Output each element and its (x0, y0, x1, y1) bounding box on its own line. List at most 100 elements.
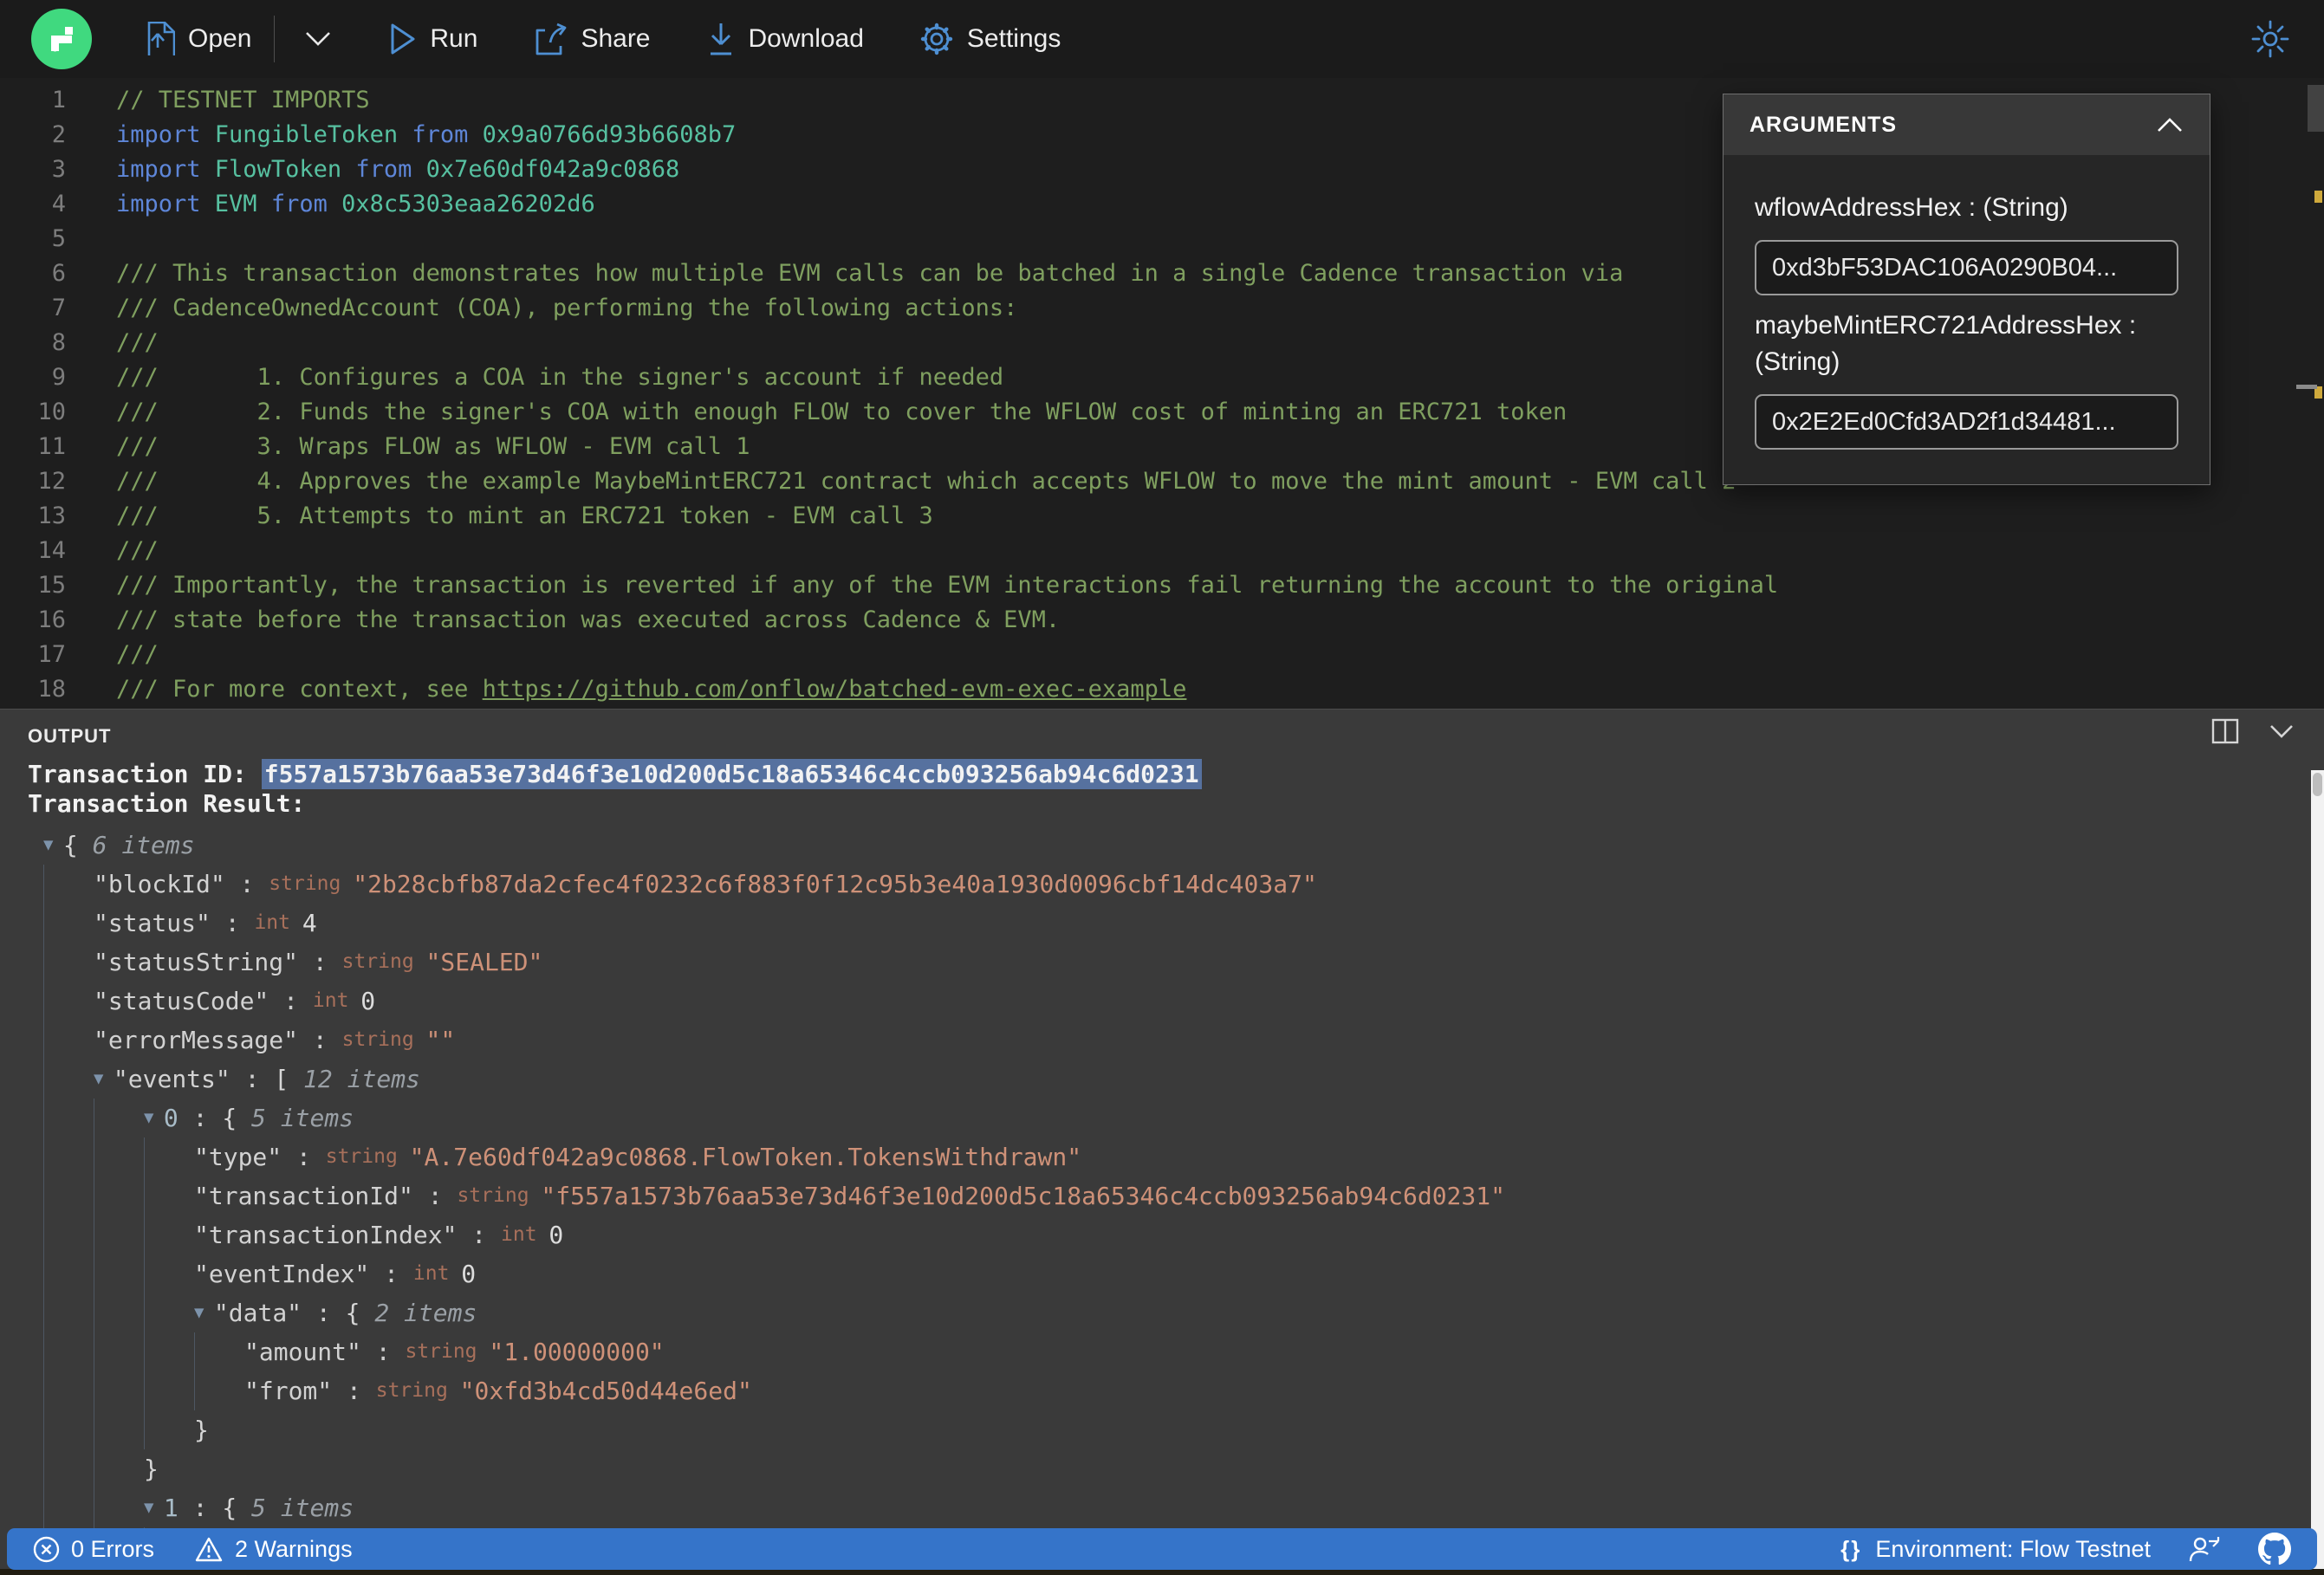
output-title: OUTPUT (28, 725, 112, 747)
line-number: 4 (51, 191, 66, 217)
line-number: 14 (37, 537, 66, 564)
share-icon (536, 23, 567, 55)
line-number: 9 (51, 364, 66, 391)
collapse-output-chevron-icon[interactable] (2269, 723, 2295, 739)
code-line[interactable]: 13/// 5. Attempts to mint an ERC721 toke… (0, 499, 2324, 534)
open-dropdown-button[interactable] (297, 25, 339, 53)
run-button[interactable]: Run (389, 23, 477, 55)
status-bar: 0 Errors 2 Warnings {} Environment: Flow… (7, 1528, 2317, 1570)
error-circle-icon (33, 1536, 60, 1562)
line-number: 18 (37, 676, 66, 703)
tree-row-from: "from" : string "0xfd3b4cd50d44e6ed" (0, 1371, 2324, 1410)
download-button[interactable]: Download (706, 22, 864, 56)
code-line[interactable]: 17/// (0, 638, 2324, 672)
tree-row-transactionindex: "transactionIndex" : int 0 (0, 1215, 2324, 1254)
tree-row-close-data: } (0, 1410, 2324, 1449)
tree-row-transactionid: "transactionId" : string "f557a1573b76aa… (0, 1176, 2324, 1215)
warnings-count: 2 Warnings (235, 1535, 353, 1562)
output-scrollbar-track[interactable] (2311, 770, 2324, 1575)
line-number: 16 (37, 606, 66, 633)
open-button[interactable]: Open (146, 22, 251, 56)
status-bar-right: {} Environment: Flow Testnet (1840, 1533, 2291, 1565)
arguments-header[interactable]: ARGUMENTS (1724, 94, 2210, 155)
output-header: OUTPUT (0, 710, 2324, 755)
code-line[interactable]: 14/// (0, 534, 2324, 568)
settings-gear-icon (920, 23, 953, 55)
tree-row-event-1[interactable]: ▼ 1 : { 5 items (0, 1488, 2324, 1527)
split-view-icon[interactable] (2211, 718, 2239, 744)
line-number: 1 (51, 87, 66, 113)
settings-button[interactable]: Settings (919, 22, 1061, 56)
feedback-user-icon[interactable] (2187, 1534, 2222, 1564)
line-number: 11 (37, 433, 66, 460)
theme-toggle-button[interactable] (2251, 20, 2289, 58)
tree-row-errormessage: "errorMessage" : string "" (0, 1021, 2324, 1060)
tree-row-status: "status" : int 4 (0, 904, 2324, 943)
line-number: 2 (51, 121, 66, 148)
chevron-down-icon (306, 32, 331, 46)
tree-row-events[interactable]: ▼ "events" : [ 12 items (0, 1060, 2324, 1099)
line-number: 8 (51, 329, 66, 356)
line-number: 5 (51, 225, 66, 252)
code-line[interactable]: 18/// For more context, see https://gith… (0, 672, 2324, 707)
open-label: Open (188, 24, 252, 53)
github-icon[interactable] (2258, 1533, 2291, 1565)
overview-ruler-cursor (2296, 385, 2317, 389)
output-scrollbar-thumb[interactable] (2313, 773, 2322, 796)
line-number: 3 (51, 156, 66, 183)
download-icon (710, 23, 731, 55)
tree-row-eventindex: "eventIndex" : int 0 (0, 1254, 2324, 1293)
toolbar: Open Run Share Download Settings (0, 0, 2324, 78)
errors-status[interactable]: 0 Errors (33, 1536, 154, 1563)
sun-icon (2251, 20, 2289, 58)
transaction-result-row: Transaction Result: (28, 789, 2324, 819)
tree-row-event-0[interactable]: ▼ 0 : { 5 items (0, 1099, 2324, 1138)
line-number: 15 (37, 572, 66, 599)
download-label: Download (748, 24, 864, 53)
tree-row-type: "type" : string "A.7e60df042a9c0868.Flow… (0, 1138, 2324, 1176)
run-label: Run (430, 24, 478, 53)
line-number: 7 (51, 295, 66, 321)
tree-row-close-event-0: } (0, 1449, 2324, 1488)
share-button[interactable]: Share (533, 22, 651, 56)
share-label: Share (581, 24, 651, 53)
line-number: 12 (37, 468, 66, 495)
argument-label: maybeMintERC721AddressHex : (String) (1755, 311, 2137, 376)
settings-label: Settings (966, 24, 1061, 53)
line-number: 13 (37, 502, 66, 529)
arguments-panel: ARGUMENTS wflowAddressHex : (String) may… (1723, 94, 2210, 485)
window-bottom-edge (0, 1569, 2324, 1575)
warnings-status[interactable]: 2 Warnings (194, 1536, 353, 1563)
tree-row-statuscode: "statusCode" : int 0 (0, 982, 2324, 1021)
arguments-title: ARGUMENTS (1749, 112, 1898, 137)
chevron-up-icon[interactable] (2156, 116, 2184, 133)
line-number: 10 (37, 399, 66, 425)
tree-row-blockid: "blockId" : string "2b28cbfb87da2cfec4f0… (0, 865, 2324, 904)
transaction-result-label: Transaction Result: (28, 789, 306, 818)
flow-logo (31, 9, 92, 69)
tree-row-root[interactable]: ▼ { 6 items (0, 826, 2324, 865)
tree-row-amount: "amount" : string "1.00000000" (0, 1332, 2324, 1371)
transaction-id-row: Transaction ID: f557a1573b76aa53e73d46f3… (28, 759, 2324, 789)
flow-runner-app: Open Run Share Download Settings 1 // TE… (0, 0, 2324, 1575)
errors-count: 0 Errors (71, 1535, 155, 1562)
argument-label: wflowAddressHex : (String) (1755, 193, 2068, 222)
toolbar-divider (274, 16, 276, 62)
tree-row-data[interactable]: ▼ "data" : { 2 items (0, 1293, 2324, 1332)
editor-scrollbar-thumb[interactable] (2308, 85, 2324, 132)
environment-label: Environment: Flow Testnet (1875, 1535, 2151, 1562)
arguments-body: wflowAddressHex : (String) maybeMintERC7… (1724, 155, 2210, 484)
warning-triangle-icon (195, 1537, 223, 1561)
output-header-icons (2211, 718, 2295, 744)
wflow-address-input[interactable] (1755, 240, 2178, 295)
code-line[interactable]: 15/// Importantly, the transaction is re… (0, 568, 2324, 603)
braces-icon: {} (1840, 1535, 1862, 1562)
line-number: 6 (51, 260, 66, 287)
line-number: 17 (37, 641, 66, 668)
flow-logo-glyph (51, 27, 73, 52)
environment-status[interactable]: {} Environment: Flow Testnet (1840, 1536, 2151, 1563)
run-play-icon (391, 23, 415, 55)
code-line[interactable]: 16/// state before the transaction was e… (0, 603, 2324, 638)
tree-row-statusstring: "statusString" : string "SEALED" (0, 943, 2324, 982)
maybemint-address-input[interactable] (1755, 394, 2178, 450)
